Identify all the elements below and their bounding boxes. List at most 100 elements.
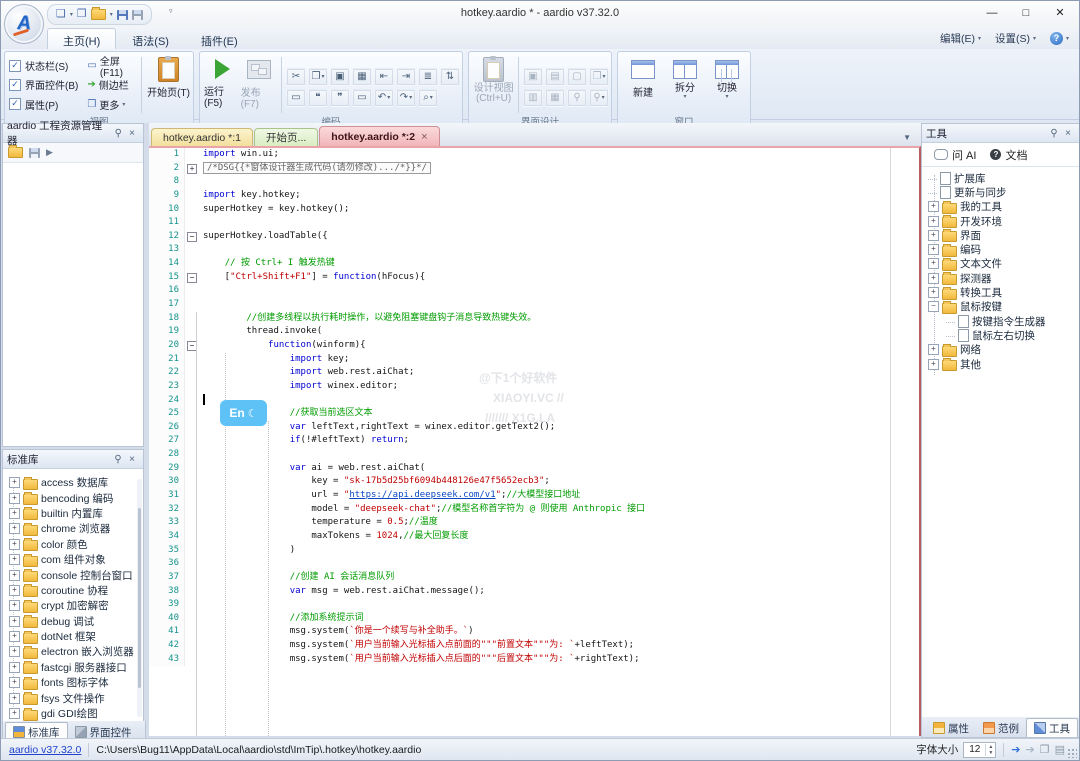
expand-icon[interactable]: + [9,539,20,550]
statusbar-checkbox[interactable]: ✓状态栏(S) [9,58,87,73]
tools-tree-item[interactable]: 扩展库 [922,171,1079,185]
expand-icon[interactable]: + [9,570,20,581]
more-button[interactable]: ❐更多▾ [87,97,137,112]
compare-icon[interactable]: ❐ [1040,743,1050,756]
expand-icon[interactable]: + [928,244,939,255]
stdlib-item[interactable]: +crypt 加密解密 [3,598,143,613]
comment-icon[interactable]: ❝ [308,89,328,107]
ask-ai-button[interactable]: 问 AI [934,147,976,163]
expand-icon[interactable]: + [9,600,20,611]
expand-icon[interactable]: + [9,508,20,519]
expand-icon[interactable]: + [9,616,20,627]
fold-box-icon[interactable]: − [187,273,197,283]
tools-tree-item[interactable]: +开发环境 [922,214,1079,228]
sort-icon[interactable]: ⇅ [440,68,460,86]
fullscreen-button[interactable]: ▭全屏(F11) [87,58,137,73]
code-line[interactable]: 16 [149,284,919,298]
explorer-tree[interactable] [3,163,143,444]
expand-icon[interactable]: + [9,708,20,719]
code-editor[interactable]: 1import win.ui;2+/*DSG{{*窗体设计器生成代码(请勿修改)… [149,146,921,736]
code-line[interactable]: 39 [149,598,919,612]
stdlib-item[interactable]: +access 数据库 [3,475,143,490]
code-line[interactable]: 18 //创建多线程以执行耗时操作，以避免阻塞键盘钩子消息导致热键失效。 [149,312,919,326]
close-panel-icon[interactable]: × [125,128,139,139]
tools-tree-item[interactable]: +文本文件 [922,257,1079,271]
expand-icon[interactable]: + [9,493,20,504]
fold-box-icon[interactable]: + [187,164,197,174]
pin-icon[interactable]: ⚲ [1047,128,1061,139]
expand-icon[interactable]: + [9,523,20,534]
code-line[interactable]: 33 temperature = 0.5;//温度 [149,516,919,530]
code-line[interactable]: 43 msg.system(`用户当前输入光标插入点后面的"""后置文本"""为… [149,653,919,667]
stdlib-item[interactable]: +fsys 文件操作 [3,690,143,705]
code-line[interactable]: 17 [149,298,919,312]
edit-menu[interactable]: 编辑(E) [940,31,975,46]
help-dropdown-icon[interactable]: ▾ [1066,35,1069,42]
close-panel-icon[interactable]: × [1061,128,1075,139]
fold-marker[interactable]: − [184,230,199,244]
indent-increase-icon[interactable]: ⇥ [396,68,416,86]
code-line[interactable]: 10superHotkey = key.hotkey(); [149,203,919,217]
settings-menu-dropdown-icon[interactable]: ▾ [1033,35,1036,42]
expand-icon[interactable]: + [928,344,939,355]
tools-tree-item[interactable]: +界面 [922,228,1079,242]
code-line[interactable]: 30 key = "sk-17b5d25bf6094b448126e47f565… [149,475,919,489]
panel-tab-范例[interactable]: 范例 [976,719,1026,737]
fold-box-icon[interactable]: − [187,341,197,351]
format-icon[interactable]: ▦ [352,68,372,86]
expand-icon[interactable]: + [9,631,20,642]
tools-tree-item[interactable]: +其他 [922,357,1079,371]
doc-tab-hotkey-1[interactable]: hotkey.aardio *:1 [151,128,253,146]
stdlib-item[interactable]: +coroutine 协程 [3,583,143,598]
uncomment-icon[interactable]: ❞ [330,89,350,107]
font-size-down-icon[interactable]: ▼ [986,750,995,756]
stdlib-item[interactable]: +debug 调试 [3,614,143,629]
paste-icon[interactable]: ▣ [330,68,350,86]
stdlib-item[interactable]: +console 控制台窗口 [3,567,143,582]
code-line[interactable]: 35 ) [149,544,919,558]
list-icon[interactable]: ▤ [1055,743,1065,756]
aardio-version-link[interactable]: aardio v37.32.0 [9,744,81,756]
stdlib-item[interactable]: +electron 嵌入浏览器 [3,644,143,659]
close-tab-icon[interactable]: × [421,131,427,143]
stdlib-item[interactable]: +color 颜色 [3,537,143,552]
same-size-icon[interactable]: ▥ [523,89,543,107]
redo-icon[interactable]: ↷▾ [396,89,416,107]
run-project-icon[interactable]: ▶ [46,147,53,158]
sidebar-button[interactable]: ➔侧边栏 [87,77,137,92]
run-button[interactable]: 运行(F5) [204,54,241,116]
stdlib-item[interactable]: +fonts 图标字体 [3,675,143,690]
arrange-icon[interactable]: ❐▾ [589,68,609,86]
tab-list-dropdown-icon[interactable]: ▼ [903,133,911,142]
open-project-icon[interactable] [8,147,23,158]
ui-controls-checkbox[interactable]: ✓界面控件(B) [9,77,87,92]
edit-menu-dropdown-icon[interactable]: ▾ [978,35,981,42]
fold-marker[interactable]: − [184,271,199,285]
expand-icon[interactable]: + [928,287,939,298]
stdlib-item[interactable]: +chrome 浏览器 [3,521,143,536]
expand-icon[interactable]: + [928,216,939,227]
code-line[interactable]: 32 model = "deepseek-chat";//模型名称首字符为 @ … [149,503,919,517]
jump-icon[interactable]: ➔ [1011,743,1020,756]
tools-tree-item[interactable]: +我的工具 [922,200,1079,214]
code-line[interactable]: 20− function(winform){ [149,339,919,353]
minimize-button[interactable]: — [975,1,1009,25]
settings-menu[interactable]: 设置(S) [995,31,1030,46]
stdlib-item[interactable]: +fastcgi 服务器接口 [3,660,143,675]
code-line[interactable]: 2+/*DSG{{*窗体设计器生成代码(请勿修改).../*}}*/ [149,162,919,176]
help-icon[interactable]: ? [1050,32,1063,45]
code-line[interactable]: 34 maxTokens = 1024,//最大回复长度 [149,530,919,544]
close-button[interactable]: ✕ [1043,1,1077,25]
code-line[interactable]: 11 [149,216,919,230]
cut-icon[interactable]: ✂ [286,68,306,86]
tools-tree-item[interactable]: 按键指令生成器 [922,314,1079,328]
resize-grip[interactable] [1067,748,1077,758]
code-line[interactable]: 9import key.hotkey; [149,189,919,203]
publish-button[interactable]: 发布(F7) [241,54,278,116]
stdlib-item[interactable]: +bencoding 编码 [3,490,143,505]
snippet-icon[interactable]: ▭ [286,89,306,107]
close-panel-icon[interactable]: × [125,454,139,465]
tools-tree-item[interactable]: 鼠标左右切换 [922,328,1079,342]
aardio-logo[interactable]: A [4,4,44,44]
tools-tree-item[interactable]: +网络 [922,343,1079,357]
